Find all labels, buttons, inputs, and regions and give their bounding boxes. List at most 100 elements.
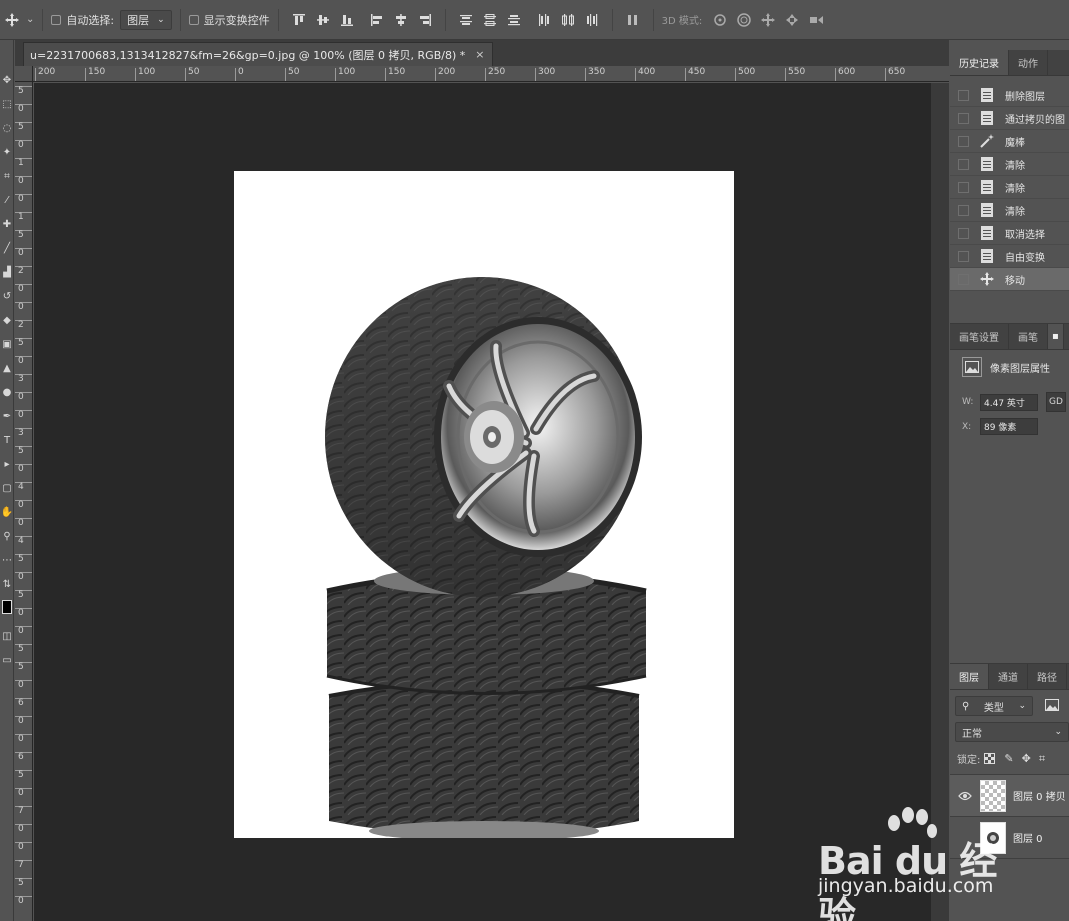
tab-brushes[interactable]: 画笔 [1009, 324, 1048, 349]
link-icon[interactable]: GD [1046, 392, 1066, 412]
crop-tool-icon[interactable]: ⌗ [0, 164, 14, 188]
foreground-color-swatch[interactable] [1, 600, 12, 614]
distribute-top-icon[interactable] [456, 9, 476, 31]
marquee-tool-icon[interactable]: ⬚ [0, 92, 14, 116]
width-field[interactable]: 4.47 英寸 [980, 393, 1038, 411]
horizontal-ruler[interactable]: 200 150 100 50 0 50 100 150 200 250 300 350 400 450 50… [33, 66, 949, 82]
auto-align-icon[interactable] [623, 9, 643, 31]
blur-tool-icon[interactable]: ▲ [0, 356, 14, 380]
lock-transparency-icon[interactable] [984, 753, 996, 764]
distribute-left-icon[interactable] [534, 9, 554, 31]
eyedropper-tool-icon[interactable]: ⁄ [0, 188, 14, 212]
shape-tool-icon[interactable]: ▢ [0, 476, 14, 500]
eraser-tool-icon[interactable]: ◆ [0, 308, 14, 332]
layer-name[interactable]: 图层 0 [1013, 830, 1043, 845]
stamp-tool-icon[interactable]: ▟ [0, 260, 14, 284]
show-transform-checkbox[interactable]: 显示变换控件 [188, 12, 270, 28]
history-checkbox[interactable] [958, 135, 969, 147]
type-tool-icon[interactable]: T [0, 428, 14, 452]
history-item[interactable]: 清除 [950, 153, 1069, 176]
quick-mask-icon[interactable]: ◫ [0, 624, 14, 648]
image-filter-icon[interactable] [1045, 698, 1059, 714]
history-checkbox[interactable] [958, 89, 969, 101]
hand-tool-icon[interactable]: ✋ [0, 500, 14, 524]
tab-layers[interactable]: 图层 [950, 664, 989, 689]
distribute-vcenter-icon[interactable] [480, 9, 500, 31]
distribute-bottom-icon[interactable] [504, 9, 524, 31]
auto-select-checkbox[interactable]: 自动选择: [51, 12, 114, 28]
dodge-tool-icon[interactable]: ● [0, 380, 14, 404]
eye-icon[interactable] [950, 791, 980, 801]
x-field[interactable]: 89 像素 [980, 418, 1038, 435]
history-item-selected[interactable]: 移动 [950, 268, 1069, 291]
3d-slide-icon[interactable] [782, 9, 802, 31]
history-checkbox[interactable] [958, 181, 969, 193]
lock-position-icon[interactable]: ✥ [1022, 752, 1031, 765]
history-checkbox[interactable] [958, 158, 969, 170]
layer-row[interactable]: 图层 0 [950, 817, 1069, 859]
healing-tool-icon[interactable]: ✚ [0, 212, 14, 236]
layer-name[interactable]: 图层 0 拷贝 [1013, 788, 1066, 803]
history-item[interactable]: 清除 [950, 176, 1069, 199]
screen-mode-icon[interactable]: ▭ [0, 648, 14, 672]
align-hcenter-icon[interactable] [391, 9, 411, 31]
blend-mode-dropdown[interactable]: 正常 ⌄ [955, 722, 1069, 742]
history-checkbox[interactable] [958, 112, 969, 124]
align-top-icon[interactable] [289, 9, 309, 31]
history-item[interactable]: 魔棒 [950, 130, 1069, 153]
tab-history[interactable]: 历史记录 [950, 50, 1009, 75]
history-item[interactable]: 取消选择 [950, 222, 1069, 245]
path-select-tool-icon[interactable]: ▸ [0, 452, 14, 476]
history-item[interactable]: 自由变换 [950, 245, 1069, 268]
gradient-tool-icon[interactable]: ▣ [0, 332, 14, 356]
brush-tool-icon[interactable]: ╱ [0, 236, 14, 260]
history-item-label: 魔棒 [1005, 137, 1025, 149]
checkbox-box[interactable] [188, 14, 199, 25]
align-vcenter-icon[interactable] [313, 9, 333, 31]
vertical-scrollbar[interactable] [931, 83, 949, 921]
history-checkbox[interactable] [958, 227, 969, 239]
close-tab-icon[interactable]: × [475, 48, 484, 61]
document-tab[interactable]: u=2231700683,1313412827&fm=26&gp=0.jpg @… [23, 42, 494, 66]
tab-brush-settings[interactable]: 画笔设置 [950, 324, 1009, 349]
tab-paths[interactable]: 路径 [1028, 664, 1067, 689]
3d-orbit-icon[interactable] [710, 9, 730, 31]
pen-tool-icon[interactable]: ✒ [0, 404, 14, 428]
layer-filter-dropdown[interactable]: ⚲ 类型 ⌄ [955, 696, 1033, 716]
tab-properties[interactable]: ▪ [1048, 324, 1064, 349]
tab-channels[interactable]: 通道 [989, 664, 1028, 689]
history-item[interactable]: 清除 [950, 199, 1069, 222]
magic-wand-tool-icon[interactable]: ✦ [0, 140, 14, 164]
distribute-right-icon[interactable] [582, 9, 602, 31]
distribute-hcenter-icon[interactable] [558, 9, 578, 31]
lasso-tool-icon[interactable]: ◌ [0, 116, 14, 140]
auto-select-dropdown[interactable]: 图层 ⌄ [120, 9, 172, 30]
history-item[interactable]: 删除图层 [950, 84, 1069, 107]
history-item[interactable]: 通过拷贝的图 [950, 107, 1069, 130]
history-checkbox[interactable] [958, 273, 969, 285]
layer-row[interactable]: 图层 0 拷贝 [950, 775, 1069, 817]
history-checkbox[interactable] [958, 250, 969, 262]
3d-roll-icon[interactable] [734, 9, 754, 31]
move-tool-icon[interactable]: ✥ [0, 68, 14, 92]
ruler-corner[interactable] [15, 66, 33, 82]
lock-pixels-icon[interactable]: ✎ [1004, 752, 1013, 765]
swap-colors-icon[interactable]: ⇅ [0, 572, 14, 596]
3d-scale-icon[interactable] [806, 9, 826, 31]
lock-label: 锁定: [957, 755, 981, 766]
lock-artboard-icon[interactable]: ⌗ [1039, 752, 1045, 766]
align-right-icon[interactable] [415, 9, 435, 31]
history-brush-tool-icon[interactable]: ↺ [0, 284, 14, 308]
move-tool-icon[interactable] [2, 9, 22, 31]
more-tools-icon[interactable]: ⋯ [0, 548, 14, 572]
zoom-tool-icon[interactable]: ⚲ [0, 524, 14, 548]
document-canvas[interactable] [234, 171, 734, 838]
checkbox-box[interactable] [51, 14, 62, 25]
vertical-ruler[interactable]: 5 0 5 0 1 0 0 1 5 0 2 0 0 2 5 0 3 0 0 3 5 0 4 0 0 4 5 0 5 0 0 5 5 0 6 0 0 6 5 0… [15, 82, 33, 921]
history-checkbox[interactable] [958, 204, 969, 216]
align-bottom-icon[interactable] [337, 9, 357, 31]
3d-pan-icon[interactable] [758, 9, 778, 31]
tab-actions[interactable]: 动作 [1009, 50, 1048, 75]
align-left-icon[interactable] [367, 9, 387, 31]
tool-preset-chevron-down-icon[interactable]: ⌄ [26, 14, 34, 25]
